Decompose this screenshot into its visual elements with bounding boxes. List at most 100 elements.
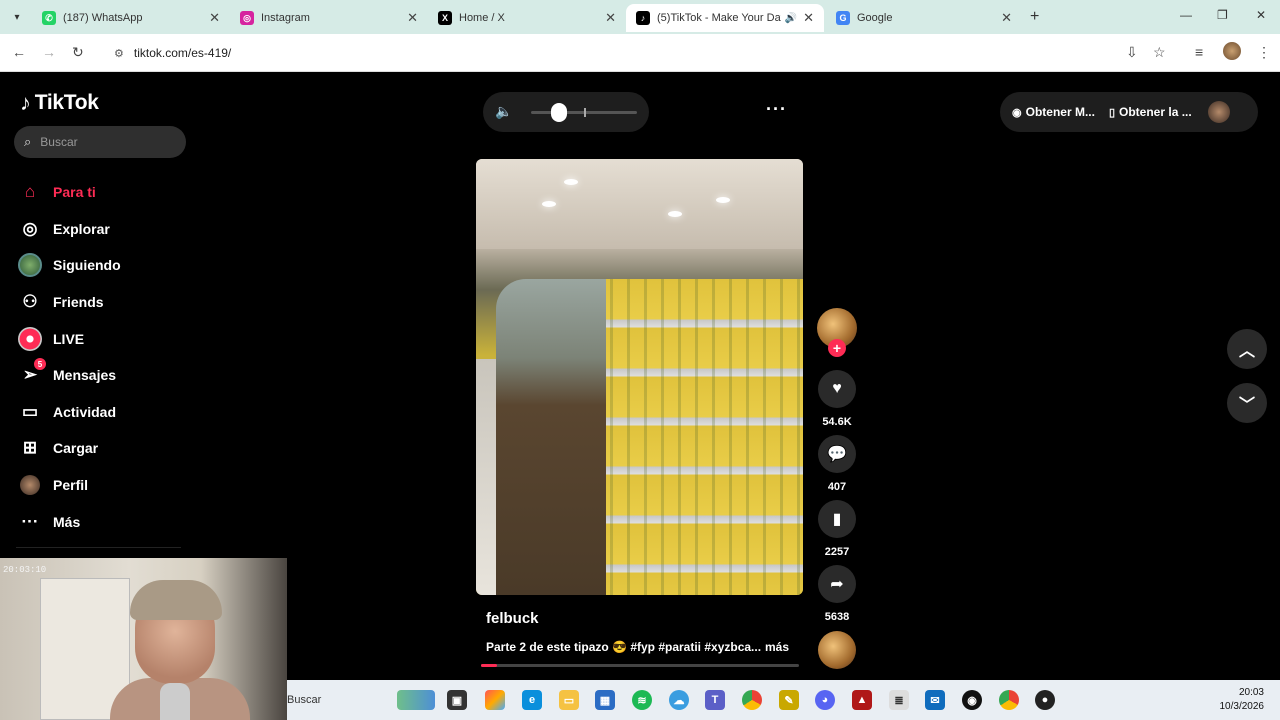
close-tab-icon[interactable]: ✕	[407, 10, 418, 26]
install-app-icon[interactable]: ⇩	[1126, 44, 1138, 61]
close-tab-icon[interactable]: ✕	[209, 10, 220, 26]
share-icon[interactable]: ➦	[818, 565, 856, 603]
close-tab-icon[interactable]: ✕	[1001, 10, 1012, 26]
reload-icon[interactable]: ↻	[72, 44, 84, 61]
edge-icon[interactable]: e	[522, 690, 542, 710]
sidebar-item-friends[interactable]: ⚇ Friends	[16, 284, 121, 321]
close-tab-icon[interactable]: ✕	[605, 10, 616, 26]
onedrive-icon[interactable]: ☁	[669, 690, 689, 710]
task-view-icon[interactable]: ▣	[447, 690, 467, 710]
game-app-icon[interactable]: ▲	[852, 690, 872, 710]
calculator-icon[interactable]: ▦	[595, 690, 615, 710]
music-disc-avatar[interactable]	[818, 631, 856, 669]
widgets-icon[interactable]	[397, 690, 435, 710]
browser-profile-avatar[interactable]	[1223, 42, 1241, 60]
volume-control[interactable]: 🔈	[483, 92, 649, 132]
discord-icon[interactable]: ◕	[815, 690, 835, 710]
notes-app-icon[interactable]: ✎	[779, 690, 799, 710]
document-app-icon[interactable]: ≣	[889, 690, 909, 710]
sidebar-item-mensajes[interactable]: ➢ 5 Mensajes	[16, 357, 121, 394]
forward-icon[interactable]: →	[42, 44, 56, 60]
browser-tab-bar: ▾ ✆ (187) WhatsApp ✕ ◎ Instagram ✕ X Hom…	[0, 0, 1280, 34]
sidebar-item-label: Explorar	[53, 220, 110, 237]
maximize-icon[interactable]: ❐	[1217, 8, 1228, 22]
video-player[interactable]	[476, 159, 803, 595]
tab-search-chevron-icon[interactable]: ▾	[8, 8, 26, 26]
site-settings-icon[interactable]: ⚙	[114, 47, 124, 60]
search-input[interactable]: ⌕ Buscar	[14, 126, 186, 158]
tab-google[interactable]: G Google ✕	[826, 4, 1022, 32]
previous-video-button[interactable]: ︿	[1227, 329, 1267, 369]
tab-tiktok[interactable]: ♪ (5)TikTok - Make Your Day 🔊 ✕	[626, 4, 824, 32]
user-avatar[interactable]	[1207, 101, 1230, 123]
sidebar-item-label: Friends	[53, 294, 104, 311]
url-bar[interactable]: ⚙ tiktok.com/es-419/	[104, 40, 1114, 66]
app-notification-icon[interactable]: ●	[1035, 690, 1055, 710]
outlook-icon[interactable]: ✉	[925, 690, 945, 710]
sidebar-item-live[interactable]: LIVE	[16, 320, 121, 357]
like-action[interactable]: ♥ 54.6K	[817, 370, 857, 428]
sidebar-item-actividad[interactable]: ▭ Actividad	[16, 394, 121, 431]
minimize-icon[interactable]: —	[1180, 8, 1192, 22]
browser-menu-icon[interactable]: ⋮	[1257, 44, 1271, 61]
follow-plus-icon[interactable]: +	[828, 339, 846, 357]
video-author[interactable]: felbuck	[486, 610, 539, 627]
search-icon: ⌕	[24, 134, 32, 149]
media-control-icon[interactable]: ≡	[1195, 44, 1203, 60]
system-clock[interactable]: 20:03 10/3/2026	[1220, 686, 1265, 714]
sidebar-item-para-ti[interactable]: ⌂ Para ti	[16, 174, 121, 211]
profile-avatar-icon	[16, 474, 44, 496]
next-video-button[interactable]: ﹀	[1227, 383, 1267, 423]
sidebar-menu: ⌂ Para ti ◎ Explorar Siguiendo ⚇ Friends…	[16, 174, 121, 540]
heart-icon[interactable]: ♥	[818, 370, 856, 408]
get-coins-button[interactable]: ◉ Obtener M...	[1012, 105, 1095, 119]
speaker-icon[interactable]: 🔈	[495, 103, 512, 120]
save-action[interactable]: ▮ 2257	[817, 500, 857, 558]
whatsapp-icon: ✆	[42, 11, 56, 25]
video-progress-bar[interactable]	[481, 664, 799, 667]
bookmark-icon[interactable]: ▮	[818, 500, 856, 538]
caption-more-link[interactable]: más	[765, 640, 789, 654]
chevron-down-icon: ﹀	[1238, 397, 1255, 414]
tab-title: Google	[857, 12, 893, 24]
video-progress-fill	[481, 664, 497, 667]
tiktok-logo[interactable]: ♪ TikTok	[20, 90, 99, 116]
volume-slider-thumb[interactable]	[551, 103, 567, 122]
chrome-icon[interactable]	[742, 690, 762, 710]
tab-x[interactable]: X Home / X ✕	[428, 4, 626, 32]
spotify-icon[interactable]: ≋	[632, 690, 652, 710]
obs-icon[interactable]: ◉	[962, 690, 982, 710]
sidebar-item-siguiendo[interactable]: Siguiendo	[16, 247, 121, 284]
new-tab-icon[interactable]: +	[1030, 8, 1039, 26]
close-window-icon[interactable]: ✕	[1256, 8, 1266, 22]
tab-instagram[interactable]: ◎ Instagram ✕	[230, 4, 428, 32]
following-avatar-icon	[16, 253, 44, 278]
sidebar-item-cargar[interactable]: ⊞ Cargar	[16, 430, 121, 467]
sidebar-item-perfil[interactable]: Perfil	[16, 467, 121, 504]
tab-whatsapp[interactable]: ✆ (187) WhatsApp ✕	[32, 4, 230, 32]
volume-slider[interactable]	[531, 103, 637, 122]
file-explorer-icon[interactable]: ▭	[559, 690, 579, 710]
get-coins-label: Obtener M...	[1025, 105, 1095, 119]
comment-action[interactable]: 💬 407	[817, 435, 857, 493]
bookmark-star-icon[interactable]: ☆	[1153, 44, 1166, 61]
more-options-icon[interactable]: ···	[766, 99, 787, 120]
phone-icon: ▯	[1108, 106, 1116, 119]
get-app-button[interactable]: ▯ Obtener la ...	[1109, 105, 1192, 119]
comment-icon[interactable]: 💬	[818, 435, 856, 473]
teams-icon[interactable]: T	[705, 690, 725, 710]
sidebar-item-explorar[interactable]: ◎ Explorar	[16, 211, 121, 248]
webcam-overlay: 20:03:10	[0, 558, 287, 720]
coin-icon: ◉	[1012, 106, 1022, 119]
sidebar-item-mas[interactable]: ··· Más	[16, 503, 121, 540]
taskbar-search[interactable]: Buscar	[287, 688, 397, 712]
video-lamp	[542, 201, 556, 207]
sidebar-item-label: Mensajes	[53, 367, 117, 384]
tab-title: Home / X	[459, 12, 505, 24]
close-tab-icon[interactable]: ✕	[803, 10, 814, 26]
chrome-active-icon[interactable]	[999, 690, 1019, 710]
copilot-icon[interactable]	[485, 690, 505, 710]
tab-audio-icon[interactable]: 🔊	[785, 13, 797, 24]
share-action[interactable]: ➦ 5638	[817, 565, 857, 623]
back-icon[interactable]: ←	[12, 44, 26, 60]
